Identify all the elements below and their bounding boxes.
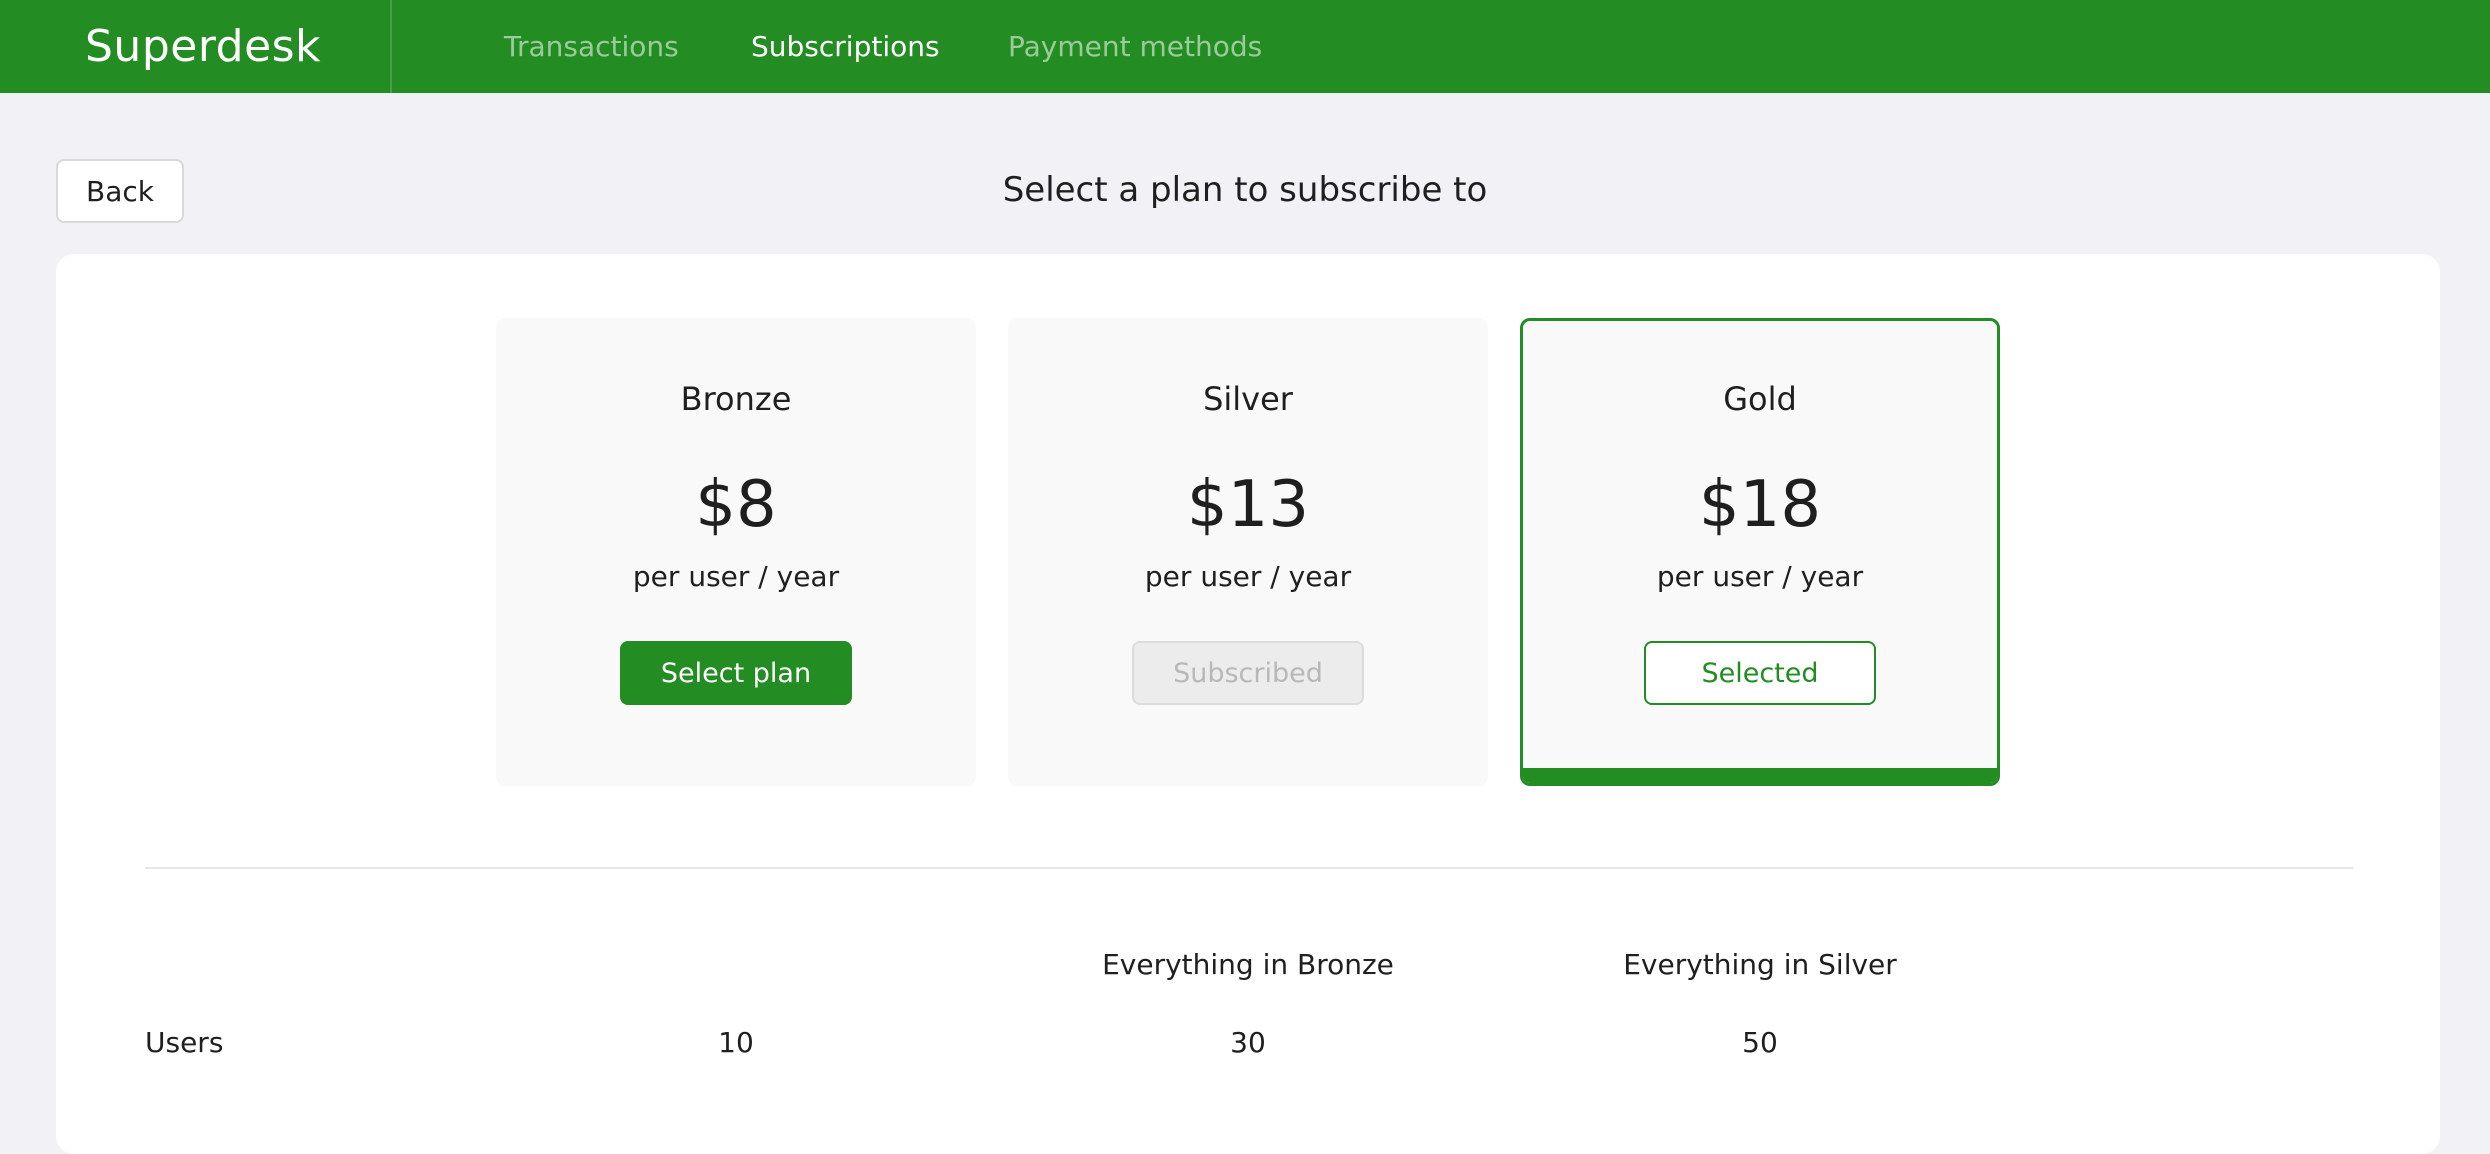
feature-value-gold: 50 — [1742, 1026, 1778, 1059]
feature-includes-silver: Everything in Bronze — [1102, 948, 1394, 981]
brand-logo[interactable]: Superdesk — [85, 0, 321, 93]
plan-card-gold[interactable]: Gold $18 per user / year Selected — [1520, 318, 2000, 786]
plan-card-silver: Silver $13 per user / year Subscribed — [1008, 318, 1488, 786]
subscribed-button: Subscribed — [1132, 641, 1364, 705]
feature-value-bronze: 10 — [718, 1026, 754, 1059]
nav-payment-methods[interactable]: Payment methods — [1008, 0, 1262, 93]
plan-price: $18 — [1698, 468, 1822, 542]
selected-indicator-bar — [1523, 768, 1997, 783]
page-title: Select a plan to subscribe to — [1002, 170, 1488, 210]
plan-card-bronze: Bronze $8 per user / year Select plan — [496, 318, 976, 786]
plan-name: Bronze — [680, 380, 792, 418]
selected-plan-button[interactable]: Selected — [1644, 641, 1876, 705]
select-plan-button[interactable]: Select plan — [620, 641, 852, 705]
section-divider — [145, 867, 2353, 869]
plan-period: per user / year — [632, 560, 840, 593]
top-navigation-bar: Superdesk Transactions Subscriptions Pay… — [0, 0, 2490, 93]
nav-transactions[interactable]: Transactions — [504, 0, 679, 93]
plan-price: $8 — [695, 468, 777, 542]
plan-period: per user / year — [1144, 560, 1352, 593]
feature-value-silver: 30 — [1230, 1026, 1266, 1059]
brand-divider — [390, 0, 392, 93]
plan-name: Gold — [1723, 380, 1797, 418]
feature-row-label: Users — [145, 1026, 224, 1059]
plan-period: per user / year — [1656, 560, 1864, 593]
feature-includes-gold: Everything in Silver — [1623, 948, 1897, 981]
nav-subscriptions[interactable]: Subscriptions — [751, 0, 940, 93]
plan-name: Silver — [1203, 380, 1293, 418]
plan-price: $13 — [1186, 468, 1310, 542]
